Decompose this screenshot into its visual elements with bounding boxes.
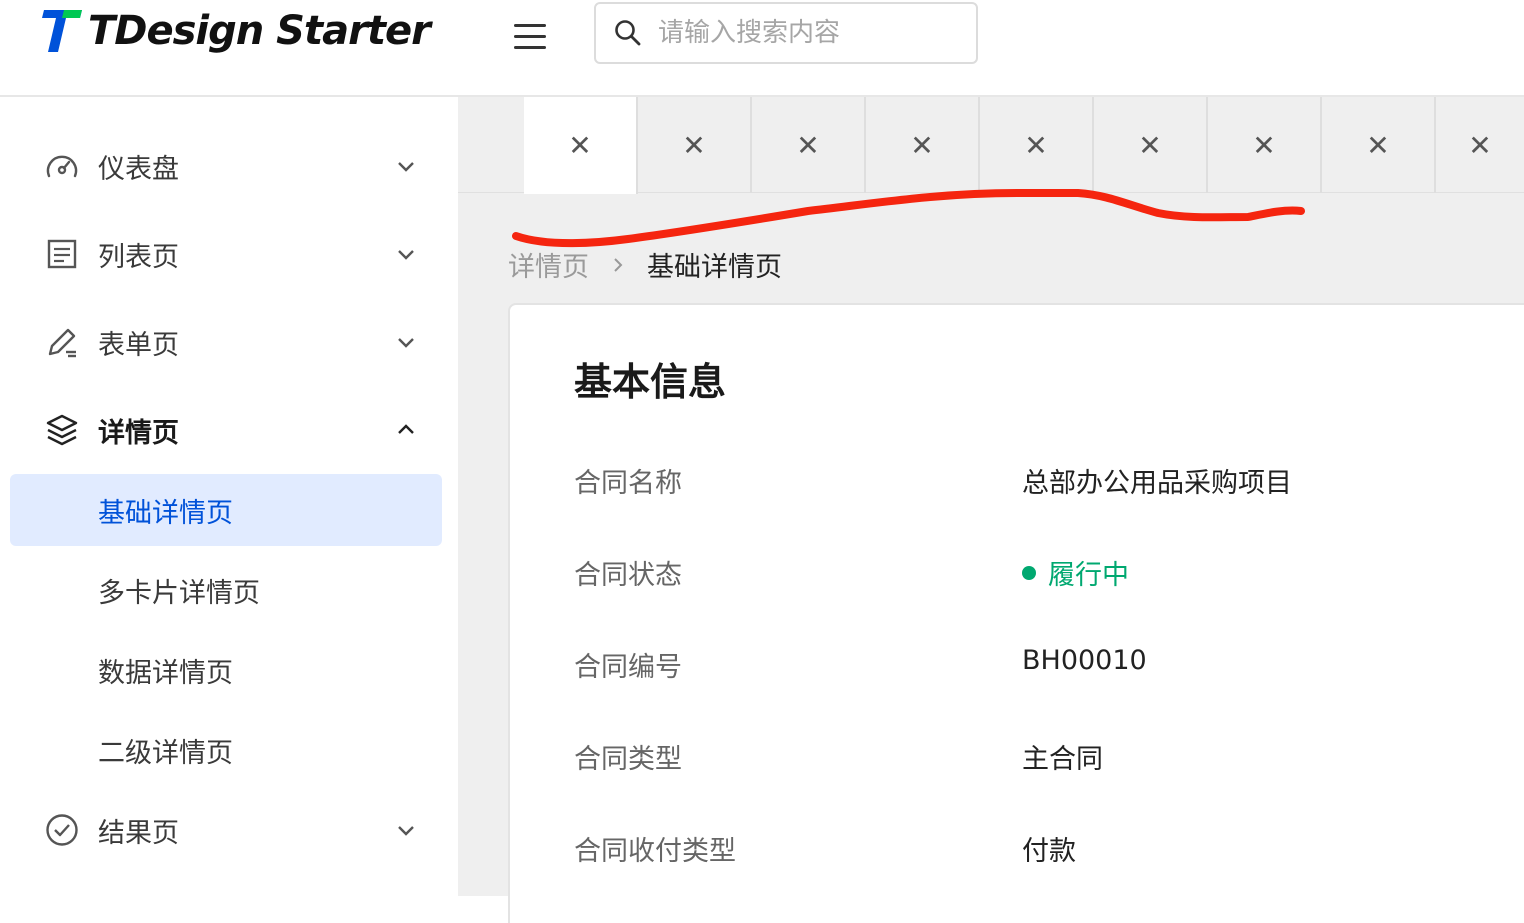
sidebar-item-dashboard[interactable]: 仪表盘 — [0, 131, 458, 201]
search-input[interactable] — [658, 18, 958, 48]
tab-item[interactable]: ✕ — [866, 97, 980, 193]
sidebar-item-label: 仪表盘 — [98, 153, 179, 185]
logo[interactable]: TDesign Starter — [40, 8, 431, 54]
tab-item[interactable]: ✕ — [638, 97, 752, 193]
hamburger-line — [514, 46, 546, 49]
sidebar-subitem-basic-detail[interactable]: 基础详情页 — [10, 474, 442, 546]
field-value: 总部办公用品采购项目 — [1022, 468, 1292, 499]
status-dot — [1022, 565, 1036, 580]
close-icon[interactable]: ✕ — [1024, 129, 1047, 162]
tab-bar: ✕ ✕ ✕ ✕ ✕ ✕ ✕ ✕ ✕ — [458, 97, 1524, 194]
chevron-down-icon — [398, 338, 414, 348]
sidebar-subitem-secondary-detail[interactable]: 二级详情页 — [10, 714, 442, 786]
close-icon[interactable]: ✕ — [796, 129, 819, 162]
tab-item[interactable]: ✕ — [1436, 97, 1524, 193]
tab-item[interactable]: ✕ — [1094, 97, 1208, 193]
close-icon[interactable]: ✕ — [1366, 129, 1389, 162]
chevron-right-icon — [614, 257, 623, 272]
tab-item[interactable]: ✕ — [524, 97, 638, 194]
sidebar-item-label: 详情页 — [98, 417, 179, 449]
edit-icon — [48, 328, 76, 358]
search-icon — [615, 20, 641, 46]
tab-item[interactable]: ✕ — [752, 97, 866, 193]
tab-item[interactable]: ✕ — [980, 97, 1094, 193]
chevron-down-icon — [398, 162, 414, 172]
close-icon[interactable]: ✕ — [1138, 129, 1161, 162]
sidebar-subitem-label: 二级详情页 — [98, 737, 233, 769]
sidebar-item-label: 表单页 — [98, 329, 179, 361]
close-icon[interactable]: ✕ — [1252, 129, 1275, 162]
sidebar-subitem-multi-card-detail[interactable]: 多卡片详情页 — [10, 554, 442, 626]
sidebar-subitem-label: 基础详情页 — [98, 497, 233, 529]
breadcrumb-parent[interactable]: 详情页 — [508, 245, 589, 284]
chevron-down-icon — [398, 826, 414, 836]
close-icon[interactable]: ✕ — [682, 129, 705, 162]
dashboard-icon — [46, 155, 78, 178]
sidebar-item-detail[interactable]: 详情页 — [0, 395, 458, 465]
sidebar-item-label: 结果页 — [98, 817, 179, 849]
field-label: 合同收付类型 — [574, 836, 736, 867]
field-value: BH00010 — [1022, 645, 1147, 676]
logo-text: TDesign Starter — [88, 8, 431, 54]
search-box[interactable] — [594, 2, 978, 64]
layers-icon — [46, 414, 78, 446]
breadcrumb: 详情页 基础详情页 — [508, 245, 782, 284]
tab-item[interactable]: ✕ — [1208, 97, 1322, 193]
menu-toggle-button[interactable] — [512, 22, 548, 52]
status-text: 履行中 — [1048, 560, 1129, 591]
sidebar-item-result[interactable]: 结果页 — [0, 795, 458, 865]
sidebar-item-list[interactable]: 列表页 — [0, 219, 458, 289]
sidebar-item-label: 列表页 — [98, 241, 179, 273]
main-content: ✕ ✕ ✕ ✕ ✕ ✕ ✕ ✕ ✕ 详情页 基础详情页 基本信息 合同名称 总部… — [458, 97, 1524, 923]
sidebar: 仪表盘 列表页 表单页 详情页 基础详情页 多卡片详情页 数据详情页 二级详情页… — [0, 97, 458, 896]
close-icon[interactable]: ✕ — [1468, 129, 1491, 162]
basic-info-card: 基本信息 合同名称 总部办公用品采购项目 合同状态 履行中 合同编号 BH000… — [508, 303, 1524, 923]
close-icon[interactable]: ✕ — [568, 129, 591, 162]
field-label: 合同状态 — [574, 560, 682, 591]
hamburger-line — [514, 24, 546, 27]
tab-item[interactable]: ✕ — [1322, 97, 1436, 193]
sidebar-subitem-label: 数据详情页 — [98, 657, 233, 689]
tdesign-logo-icon — [42, 10, 82, 52]
close-icon[interactable]: ✕ — [910, 129, 933, 162]
field-label: 合同编号 — [574, 652, 682, 683]
hamburger-line — [514, 35, 546, 38]
field-value: 付款 — [1022, 836, 1076, 867]
field-label: 合同类型 — [574, 744, 682, 775]
list-icon — [47, 239, 77, 269]
chevron-down-icon — [398, 250, 414, 260]
sidebar-subitem-data-detail[interactable]: 数据详情页 — [10, 634, 442, 706]
breadcrumb-current: 基础详情页 — [647, 252, 782, 283]
sidebar-item-form[interactable]: 表单页 — [0, 307, 458, 377]
status-badge: 履行中 — [1022, 553, 1129, 592]
field-label: 合同名称 — [574, 468, 682, 499]
card-title: 基本信息 — [574, 360, 727, 404]
check-circle-icon — [46, 814, 78, 846]
chevron-up-icon — [398, 424, 414, 434]
top-header: TDesign Starter — [0, 0, 1524, 97]
field-value: 主合同 — [1022, 744, 1103, 775]
sidebar-subitem-label: 多卡片详情页 — [98, 577, 260, 609]
